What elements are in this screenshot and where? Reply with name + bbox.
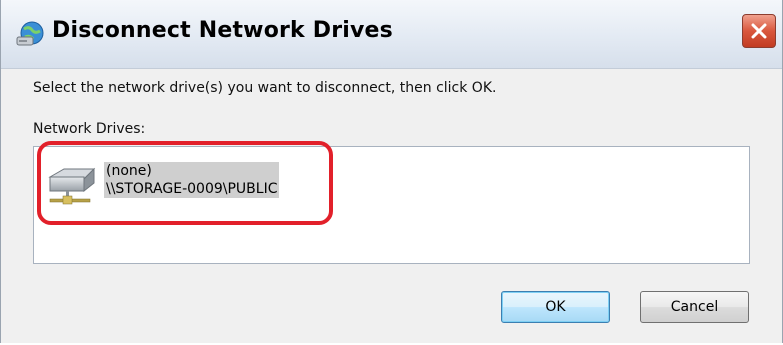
close-icon <box>751 23 767 39</box>
drive-path: \\STORAGE-0009\PUBLIC <box>106 181 278 197</box>
network-drive-globe-icon <box>16 21 44 46</box>
ok-button[interactable]: OK <box>501 291 610 323</box>
cancel-button[interactable]: Cancel <box>640 291 749 323</box>
title-bar[interactable]: Disconnect Network Drives <box>1 0 782 69</box>
list-item[interactable]: (none) \\STORAGE-0009\PUBLIC <box>40 157 330 217</box>
instruction-text: Select the network drive(s) you want to … <box>33 80 497 96</box>
network-drive-icon <box>48 167 96 205</box>
close-button[interactable] <box>742 14 776 48</box>
dialog-title: Disconnect Network Drives <box>52 18 393 43</box>
network-drives-list[interactable]: (none) \\STORAGE-0009\PUBLIC <box>33 146 750 264</box>
drive-entry-text: (none) \\STORAGE-0009\PUBLIC <box>104 162 280 198</box>
drive-label: (none) <box>106 163 152 179</box>
dialog-body: Select the network drive(s) you want to … <box>1 69 782 343</box>
dialog-window: Disconnect Network Drives Select the net… <box>0 0 783 343</box>
network-drives-label: Network Drives: <box>33 121 146 137</box>
